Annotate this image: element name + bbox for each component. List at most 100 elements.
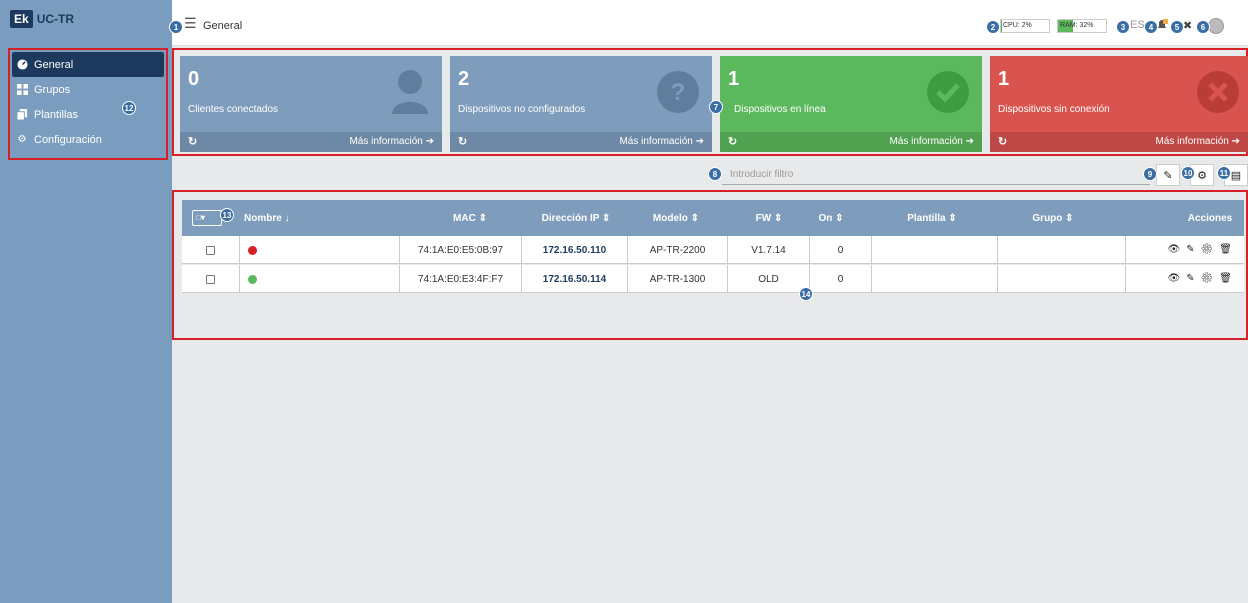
card-footer[interactable]: ↻ Más información ➔	[450, 132, 712, 152]
brand: Ek UC-TR	[0, 0, 172, 38]
col-modelo[interactable]: Modelo ⇕	[646, 213, 706, 224]
model-cell: AP-TR-2200	[628, 236, 728, 264]
ip-link[interactable]: 172.16.50.114	[522, 265, 628, 293]
cpu-label: CPU: 2%	[1003, 22, 1032, 29]
refresh-icon[interactable]: ↻	[188, 135, 197, 148]
sidebar-item-label: Plantillas	[34, 108, 79, 121]
sidebar-menu: General Grupos Plantillas ⚙ Configuració…	[8, 48, 168, 160]
row-checkbox[interactable]	[206, 245, 215, 255]
row-checkbox[interactable]	[206, 274, 215, 284]
group-cell	[998, 265, 1126, 293]
trash-icon[interactable]: 🗑	[1219, 273, 1238, 284]
card-footer[interactable]: ↻ Más información ➔	[180, 132, 442, 152]
card-label: Dispositivos sin conexión	[998, 104, 1110, 115]
page-title: General	[203, 20, 243, 32]
marker-6: 6	[1196, 20, 1210, 34]
col-fw[interactable]: FW ⇕	[754, 213, 784, 224]
col-nombre[interactable]: Nombre ↓	[244, 213, 290, 224]
col-grupo[interactable]: Grupo ⇕	[1028, 213, 1078, 224]
col-ip[interactable]: Dirección IP ⇕	[536, 213, 616, 224]
col-acciones: Acciones	[1187, 213, 1233, 224]
table-header: □▾ Nombre ↓ MAC ⇕ Dirección IP ⇕ Modelo …	[182, 200, 1244, 236]
file-icon: ▤	[1230, 169, 1242, 182]
language-selector[interactable]: ES	[1130, 19, 1145, 31]
gear-icon: ⚙	[1197, 169, 1207, 182]
svg-text:?: ?	[671, 79, 686, 106]
card-count: 1	[998, 68, 1010, 90]
row-actions: 👁✎⚙🗑	[1168, 273, 1239, 284]
sidebar: Ek UC-TR General Grupos Plantillas ⚙ Con…	[0, 0, 172, 603]
trash-icon[interactable]: 🗑	[1219, 244, 1238, 255]
template-cell	[872, 236, 998, 264]
marker-14: 14	[799, 287, 813, 301]
devices-table: □▾ Nombre ↓ MAC ⇕ Dirección IP ⇕ Modelo …	[172, 190, 1248, 340]
mac-cell: 74:1A:E0:E5:0B:97	[400, 236, 522, 264]
refresh-icon[interactable]: ↻	[728, 135, 737, 148]
name-cell	[240, 236, 400, 264]
view-icon[interactable]: 👁	[1168, 244, 1187, 255]
on-cell: 0	[810, 265, 872, 293]
edit-button[interactable]: ✎	[1156, 164, 1180, 186]
card-footer[interactable]: ↻ Más información ➔	[990, 132, 1248, 152]
name-cell	[240, 265, 400, 293]
card-count: 1	[728, 68, 740, 90]
brand-logo: Ek	[10, 10, 33, 28]
status-dot	[248, 274, 257, 284]
col-on[interactable]: On ⇕	[816, 213, 846, 224]
refresh-icon[interactable]: ↻	[458, 135, 467, 148]
ip-link[interactable]: 172.16.50.110	[522, 236, 628, 264]
top-bar: ☰ General CPU: 2% RAM: 32% ES ✖	[172, 0, 1248, 46]
model-cell: AP-TR-1300	[628, 265, 728, 293]
edit-icon[interactable]: ✎	[1186, 273, 1200, 284]
menu-toggle-icon[interactable]: ☰	[184, 16, 197, 30]
filter-input[interactable]: Introducir filtro	[722, 165, 1150, 185]
more-info-link[interactable]: Más información ➔	[889, 136, 974, 147]
card-unconfigured-devices: 2 Dispositivos no configurados ? ↻ Más i…	[450, 56, 712, 152]
gear-icon[interactable]: ⚙	[1201, 273, 1220, 284]
sidebar-item-label: General	[34, 58, 74, 71]
edit-icon: ✎	[1163, 169, 1173, 182]
marker-5: 5	[1170, 20, 1184, 34]
table-row: 74:1A:E0:E5:0B:97 172.16.50.110 AP-TR-22…	[182, 236, 1244, 264]
mac-cell: 74:1A:E0:E3:4F:F7	[400, 265, 522, 293]
network-icon[interactable]: ✖	[1183, 19, 1192, 32]
refresh-icon[interactable]: ↻	[998, 135, 1007, 148]
ram-meter: RAM: 32%	[1057, 19, 1107, 33]
ram-label: RAM: 32%	[1060, 22, 1094, 29]
col-mac[interactable]: MAC ⇕	[450, 213, 490, 224]
card-label: Dispositivos en línea	[734, 104, 826, 115]
brand-name: UC-TR	[36, 12, 75, 26]
cpu-meter: CPU: 2%	[1000, 19, 1050, 33]
check-icon	[926, 70, 970, 117]
question-icon: ?	[656, 70, 700, 117]
sidebar-item-configuracion[interactable]: ⚙ Configuración	[12, 127, 164, 152]
more-info-link[interactable]: Más información ➔	[619, 136, 704, 147]
marker-1: 1	[169, 20, 183, 34]
times-icon	[1196, 70, 1240, 117]
grid-icon	[16, 84, 28, 96]
marker-10: 10	[1181, 166, 1195, 180]
sidebar-item-general[interactable]: General	[12, 52, 164, 77]
card-footer[interactable]: ↻ Más información ➔	[720, 132, 982, 152]
sidebar-item-grupos[interactable]: Grupos	[12, 77, 164, 102]
status-dot	[248, 245, 257, 255]
marker-8: 8	[708, 167, 722, 181]
gear-icon[interactable]: ⚙	[1201, 244, 1220, 255]
on-cell: 0	[810, 236, 872, 264]
select-all-dropdown[interactable]: □▾	[192, 210, 222, 226]
gear-icon: ⚙	[17, 134, 27, 145]
more-info-link[interactable]: Más información ➔	[349, 136, 434, 147]
sidebar-item-plantillas[interactable]: Plantillas	[12, 102, 164, 127]
avatar[interactable]	[1208, 18, 1224, 34]
row-select-cell	[182, 265, 240, 293]
more-info-link[interactable]: Más información ➔	[1155, 136, 1240, 147]
card-label: Clientes conectados	[188, 104, 279, 115]
marker-3: 3	[1116, 20, 1130, 34]
col-plantilla[interactable]: Plantilla ⇕	[902, 213, 962, 224]
marker-9: 9	[1143, 167, 1157, 181]
marker-11: 11	[1217, 166, 1231, 180]
view-icon[interactable]: 👁	[1168, 273, 1187, 284]
card-label: Dispositivos no configurados	[458, 104, 586, 115]
edit-icon[interactable]: ✎	[1186, 244, 1200, 255]
marker-13: 13	[220, 208, 234, 222]
